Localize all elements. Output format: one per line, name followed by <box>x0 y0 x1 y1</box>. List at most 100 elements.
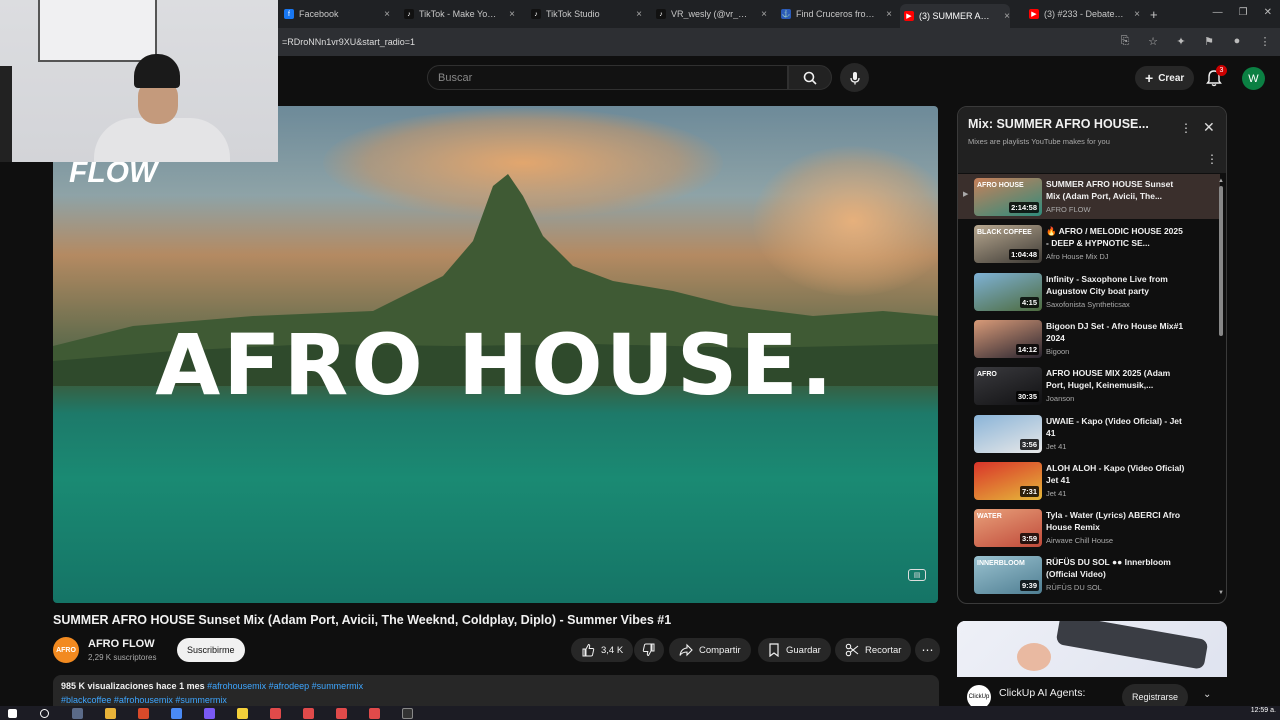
tab-close-icon[interactable]: × <box>636 9 642 20</box>
tab-close-icon[interactable]: × <box>1004 11 1010 22</box>
tab-close-icon[interactable]: × <box>509 9 515 20</box>
window-close-icon[interactable]: ✕ <box>1264 7 1272 18</box>
playlist-item[interactable]: 7:31 ALOH ALOH - Kapo (Video Oficial) Jet… <box>958 458 1220 503</box>
playlist-title[interactable]: Mix: SUMMER AFRO HOUSE... <box>968 117 1149 131</box>
playlist-thumbnail[interactable]: INNERBLOOM 9:39 <box>974 556 1042 595</box>
playlist-item-title[interactable]: AFRO HOUSE MIX 2025 (Adam Port, Hugel, K… <box>1046 367 1188 391</box>
playlist-item-title[interactable]: Bigoon DJ Set - Afro House Mix#1 2024 <box>1046 320 1188 344</box>
clip-button[interactable]: Recortar <box>835 638 912 662</box>
playlist-item[interactable]: 14:12 Bigoon DJ Set - Afro House Mix#1 20… <box>958 316 1220 361</box>
browser-tab[interactable]: ♪ TikTok Studio × <box>527 4 642 24</box>
playlist-item[interactable]: BLACK COFFEE 1:04:48 🔥 AFRO / MELODIC HOUS… <box>958 221 1220 266</box>
hashtags-line2[interactable]: #blackcoffee #afrohousemix #summermix <box>61 695 931 705</box>
more-actions-button[interactable]: ⋯ <box>915 638 940 662</box>
tab-close-icon[interactable]: × <box>886 9 892 20</box>
scroll-up-icon[interactable]: ▲ <box>1218 178 1224 184</box>
browser-tab[interactable]: f Facebook × <box>280 4 390 24</box>
url-text[interactable]: =RDroNNn1vr9XU&start_radio=1 <box>282 37 415 47</box>
playlist-item-channel: AFRO FLOW <box>1046 205 1091 214</box>
chrome-profile-icon[interactable] <box>270 708 281 719</box>
close-icon[interactable]: ✕ <box>1203 119 1215 136</box>
hashtags[interactable]: #afrohousemix #afrodeep #summermix <box>207 681 363 691</box>
thumbnail-text: BLACK COFFEE <box>977 229 1032 237</box>
search-taskbar-icon[interactable] <box>40 709 49 718</box>
browser-tab[interactable]: ▶ (3) SUMMER AFRO × <box>900 4 1010 28</box>
tab-label: Find Cruceros from Caribbean <box>796 9 876 19</box>
search-input[interactable]: Buscar <box>427 65 788 90</box>
like-button[interactable]: 3,4 K <box>571 638 634 662</box>
sidebar-icon[interactable]: ⚑ <box>1202 34 1216 48</box>
playlist-item-title[interactable]: 🔥 AFRO / MELODIC HOUSE 2025 - DEEP & HYP… <box>1046 225 1188 249</box>
playlist-thumbnail[interactable]: WATER 3:59 <box>974 509 1042 548</box>
playlist-item-title[interactable]: SUMMER AFRO HOUSE Sunset Mix (Adam Port,… <box>1046 178 1188 202</box>
playlist-item[interactable]: 4:15 Infinity - Saxophone Live from Augus… <box>958 269 1220 314</box>
playlist-item-title[interactable]: Tyla - Water (Lyrics) ABERCI Afro House … <box>1046 509 1188 533</box>
channel-watermark-icon[interactable]: ▤ <box>908 569 926 581</box>
channel-avatar[interactable]: AFRO <box>53 637 79 663</box>
profile-icon[interactable]: ● <box>1230 34 1244 48</box>
brave-icon[interactable] <box>138 708 149 719</box>
menu-icon[interactable]: ⋮ <box>1258 34 1272 48</box>
minimize-icon[interactable]: — <box>1213 7 1223 18</box>
playlist-thumbnail[interactable]: BLACK COFFEE 1:04:48 <box>974 225 1042 264</box>
new-tab-button[interactable]: + <box>1150 4 1158 24</box>
chevron-down-icon[interactable]: ⌄ <box>1203 689 1211 700</box>
tab-close-icon[interactable]: × <box>384 9 390 20</box>
playlist-item-title[interactable]: RÜFÜS DU SOL ●● Innerbloom (Official Vid… <box>1046 556 1188 580</box>
chrome-icon[interactable] <box>171 708 182 719</box>
dislike-button[interactable] <box>634 638 664 662</box>
cast-icon[interactable]: ⎘ <box>1118 34 1132 48</box>
task-view-icon[interactable] <box>72 708 83 719</box>
playlist-thumbnail[interactable]: AFRO 30:35 <box>974 367 1042 406</box>
chrome-profile-icon[interactable] <box>303 708 314 719</box>
maximize-icon[interactable]: ❐ <box>1239 7 1248 18</box>
notification-badge: 3 <box>1216 65 1227 76</box>
video-player[interactable]: FLOW AFRO HOUSE. ▤ <box>53 106 938 603</box>
playlist-item[interactable]: WATER 3:59 Tyla - Water (Lyrics) ABERCI Af… <box>958 505 1220 550</box>
ad-title[interactable]: ClickUp AI Agents: <box>999 687 1085 699</box>
playlist-item[interactable]: AFRO 30:35 AFRO HOUSE MIX 2025 (Adam Port,… <box>958 363 1220 408</box>
playlist-menu-icon[interactable]: ⋮ <box>1206 152 1218 166</box>
extensions-icon[interactable]: ✦ <box>1174 34 1188 48</box>
subscribe-button[interactable]: Suscribirme <box>177 638 245 662</box>
playlist-item-title[interactable]: UWAIE - Kapo (Video Oficial) - Jet 41 <box>1046 415 1188 439</box>
account-avatar[interactable]: W <box>1242 67 1265 90</box>
playlist-item[interactable]: ▶ AFRO HOUSE 2:14:58 SUMMER AFRO HOUSE Suns… <box>958 174 1220 219</box>
playlist-item[interactable]: 3:56 UWAIE - Kapo (Video Oficial) - Jet 4… <box>958 411 1220 456</box>
save-button[interactable]: Guardar <box>758 638 831 662</box>
search-icon <box>803 71 817 85</box>
playlist-thumbnail[interactable]: 7:31 <box>974 461 1042 500</box>
playlist-scrollbar[interactable]: ▲ ▼ <box>1218 178 1224 598</box>
playlist-item-title[interactable]: ALOH ALOH - Kapo (Video Oficial) Jet 41 <box>1046 462 1188 486</box>
share-button[interactable]: Compartir <box>669 638 751 662</box>
more-vertical-icon[interactable]: ⋮ <box>1180 121 1192 135</box>
ad-image[interactable] <box>957 621 1227 677</box>
playlist-thumbnail[interactable]: AFRO HOUSE 2:14:58 <box>974 178 1042 216</box>
file-explorer-icon[interactable] <box>105 708 116 719</box>
app-icon[interactable] <box>204 708 215 719</box>
voice-search-button[interactable] <box>840 63 869 92</box>
now-playing-icon: ▶ <box>963 191 969 198</box>
tab-close-icon[interactable]: × <box>761 9 767 20</box>
browser-tab[interactable]: ♪ TikTok - Make Your Day × <box>400 4 515 24</box>
windows-start-icon[interactable] <box>8 709 17 718</box>
channel-name[interactable]: AFRO FLOW <box>88 638 155 650</box>
playlist-thumbnail[interactable]: 4:15 <box>974 272 1042 311</box>
tab-close-icon[interactable]: × <box>1134 9 1140 20</box>
playlist-item-title[interactable]: Infinity - Saxophone Live from Augustow … <box>1046 273 1188 297</box>
notes-icon[interactable] <box>237 708 248 719</box>
browser-tab[interactable]: ▶ (3) #233 - Debates Cu... × <box>1025 4 1140 24</box>
chrome-profile-icon[interactable] <box>369 708 380 719</box>
bookmark-star-icon[interactable]: ☆ <box>1146 34 1160 48</box>
playlist-thumbnail[interactable]: 3:56 <box>974 414 1042 453</box>
obs-icon[interactable] <box>402 708 413 719</box>
scroll-down-icon[interactable]: ▼ <box>1218 590 1224 596</box>
playlist-item[interactable]: INNERBLOOM 9:39 RÜFÜS DU SOL ●● Innerbloom… <box>958 552 1220 597</box>
search-button[interactable] <box>788 65 832 90</box>
chrome-profile-icon[interactable] <box>336 708 347 719</box>
create-button[interactable]: + Crear <box>1135 66 1195 90</box>
browser-tab[interactable]: ⚓ Find Cruceros from Caribbean × <box>777 4 892 24</box>
browser-tab[interactable]: ♪ VR_wesly (@vr_wesly) × <box>652 4 767 24</box>
playlist-thumbnail[interactable]: 14:12 <box>974 319 1042 358</box>
scrollbar-thumb[interactable] <box>1219 186 1223 336</box>
